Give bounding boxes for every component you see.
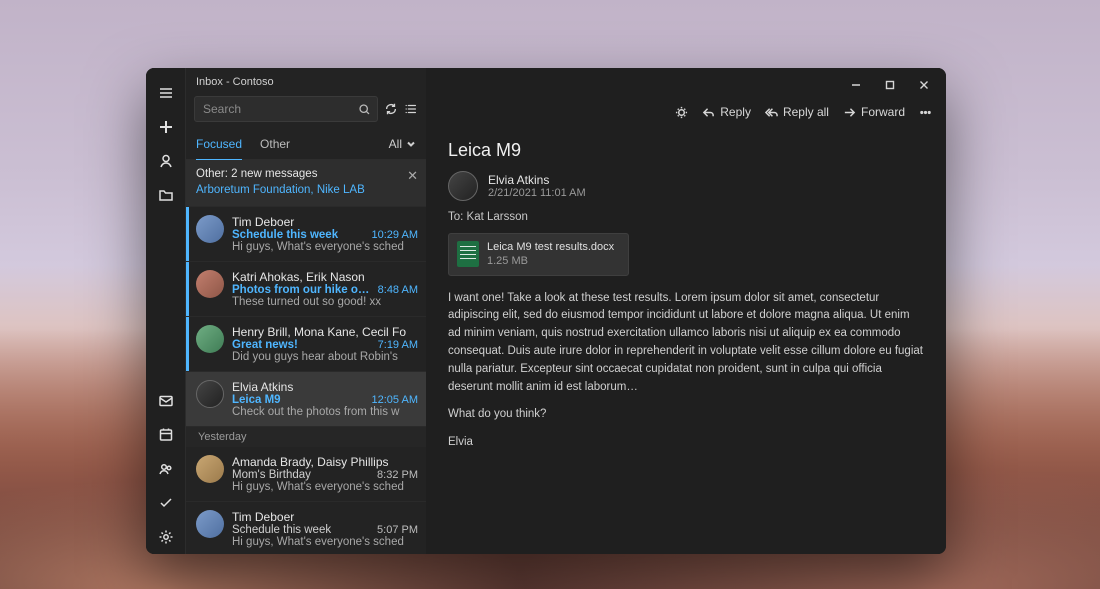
- search-box[interactable]: [194, 96, 378, 122]
- mail-list: Tim Deboer Schedule this week 10:29 AM Hi…: [186, 207, 426, 554]
- mail-sender: Tim Deboer: [232, 510, 418, 524]
- message-title: Leica M9: [448, 140, 924, 161]
- mail-time: 5:07 PM: [377, 524, 418, 536]
- people-icon[interactable]: [146, 452, 186, 486]
- other-pill-links: Arboretum Foundation, Nike LAB: [196, 182, 365, 198]
- settings-icon[interactable]: [146, 520, 186, 554]
- mail-preview: Did you guys hear about Robin's: [232, 351, 418, 363]
- mail-time: 12:05 AM: [372, 394, 418, 406]
- chevron-down-icon: [406, 139, 416, 149]
- from-row: Elvia Atkins 2/21/2021 11:01 AM: [448, 171, 924, 201]
- close-button[interactable]: [908, 74, 940, 96]
- to-line: To: Kat Larsson: [448, 211, 924, 223]
- mail-time: 10:29 AM: [372, 229, 418, 241]
- more-actions-button[interactable]: [919, 106, 932, 119]
- mail-preview: These turned out so good! xx: [232, 296, 418, 308]
- mail-preview: Hi guys, What's everyone's sched: [232, 536, 418, 548]
- mail-sender: Amanda Brady, Daisy Phillips: [232, 455, 418, 469]
- avatar: [196, 380, 224, 408]
- window-title: Inbox - Contoso: [186, 68, 426, 96]
- sync-button[interactable]: [384, 96, 398, 122]
- avatar: [196, 215, 224, 243]
- attachment-size: 1.25 MB: [487, 254, 614, 268]
- mail-item[interactable]: Elvia Atkins Leica M9 12:05 AM Check out …: [186, 372, 426, 427]
- filter-all-dropdown[interactable]: All: [389, 137, 416, 151]
- body-signature: Elvia: [448, 434, 924, 452]
- tab-other[interactable]: Other: [260, 128, 290, 160]
- reply-label: Reply: [720, 105, 751, 119]
- mail-sender: Elvia Atkins: [232, 380, 418, 394]
- attachment-name: Leica M9 test results.docx: [487, 240, 614, 254]
- sender-avatar: [448, 171, 478, 201]
- mail-app-window: Inbox - Contoso Focused Other All Other:…: [146, 68, 946, 554]
- filter-tabs: Focused Other All: [186, 128, 426, 160]
- mail-time: 7:19 AM: [378, 339, 418, 351]
- mail-sender: Tim Deboer: [232, 215, 418, 229]
- mail-item[interactable]: Katri Ahokas, Erik Nason Photos from our…: [186, 262, 426, 317]
- forward-label: Forward: [861, 105, 905, 119]
- search-row: [186, 96, 426, 128]
- mail-time: 8:48 AM: [378, 284, 418, 296]
- reading-pane: Reply Reply all Forward Leica M9 Elvia A…: [426, 68, 946, 554]
- todo-icon[interactable]: [146, 486, 186, 520]
- mail-sender: Katri Ahokas, Erik Nason: [232, 270, 418, 284]
- folders-icon[interactable]: [146, 178, 186, 212]
- mail-sender: Henry Brill, Mona Kane, Cecil Fo: [232, 325, 418, 339]
- hamburger-icon[interactable]: [146, 76, 186, 110]
- mail-subject: Schedule this week: [232, 229, 366, 241]
- nav-rail: [146, 68, 186, 554]
- mail-item[interactable]: Henry Brill, Mona Kane, Cecil Fo Great n…: [186, 317, 426, 372]
- avatar: [196, 510, 224, 538]
- mail-item[interactable]: Amanda Brady, Daisy Phillips Mom's Birth…: [186, 447, 426, 502]
- selection-mode-button[interactable]: [404, 96, 418, 122]
- mail-subject: Photos from our hike on Maple: [232, 284, 372, 296]
- excel-file-icon: [457, 241, 479, 267]
- reader-toolbar: Reply Reply all Forward: [426, 90, 946, 134]
- mail-preview: Hi guys, What's everyone's sched: [232, 241, 418, 253]
- mail-subject: Schedule this week: [232, 524, 371, 536]
- mail-preview: Hi guys, What's everyone's sched: [232, 481, 418, 493]
- forward-button[interactable]: Forward: [843, 105, 905, 119]
- calendar-icon[interactable]: [146, 418, 186, 452]
- mail-item[interactable]: Tim Deboer Schedule this week 10:29 AM Hi…: [186, 207, 426, 262]
- maximize-button[interactable]: [874, 74, 906, 96]
- mail-subject: Leica M9: [232, 394, 366, 406]
- message-body: I want one! Take a look at these test re…: [448, 290, 924, 453]
- minimize-button[interactable]: [840, 74, 872, 96]
- filter-label: All: [389, 137, 402, 151]
- message-list-panel: Inbox - Contoso Focused Other All Other:…: [186, 68, 426, 554]
- body-paragraph: What do you think?: [448, 406, 924, 424]
- body-paragraph: I want one! Take a look at these test re…: [448, 290, 924, 397]
- mail-time: 8:32 PM: [377, 469, 418, 481]
- new-mail-button[interactable]: [146, 110, 186, 144]
- mail-subject: Great news!: [232, 339, 372, 351]
- avatar: [196, 455, 224, 483]
- other-pill-header: Other: 2 new messages: [196, 166, 365, 182]
- window-controls: [840, 74, 940, 96]
- attachment-chip[interactable]: Leica M9 test results.docx 1.25 MB: [448, 233, 629, 276]
- mail-item[interactable]: Tim Deboer Schedule this week 5:07 PM Hi …: [186, 502, 426, 554]
- reply-all-button[interactable]: Reply all: [765, 105, 829, 119]
- mail-icon[interactable]: [146, 384, 186, 418]
- reply-button[interactable]: Reply: [702, 105, 751, 119]
- other-inbox-pill[interactable]: Other: 2 new messages Arboretum Foundati…: [186, 160, 426, 207]
- group-header-yesterday: Yesterday: [186, 427, 426, 447]
- accounts-icon[interactable]: [146, 144, 186, 178]
- sun-icon[interactable]: [675, 106, 688, 119]
- from-name: Elvia Atkins: [488, 173, 586, 187]
- avatar: [196, 325, 224, 353]
- tab-focused[interactable]: Focused: [196, 128, 242, 160]
- mail-subject: Mom's Birthday: [232, 469, 371, 481]
- from-date: 2/21/2021 11:01 AM: [488, 187, 586, 199]
- search-input[interactable]: [203, 102, 358, 116]
- other-pill-close[interactable]: ✕: [407, 168, 418, 184]
- mail-preview: Check out the photos from this w: [232, 406, 418, 418]
- reply-all-label: Reply all: [783, 105, 829, 119]
- avatar: [196, 270, 224, 298]
- reader-content: Leica M9 Elvia Atkins 2/21/2021 11:01 AM…: [426, 134, 946, 462]
- search-icon: [358, 103, 371, 116]
